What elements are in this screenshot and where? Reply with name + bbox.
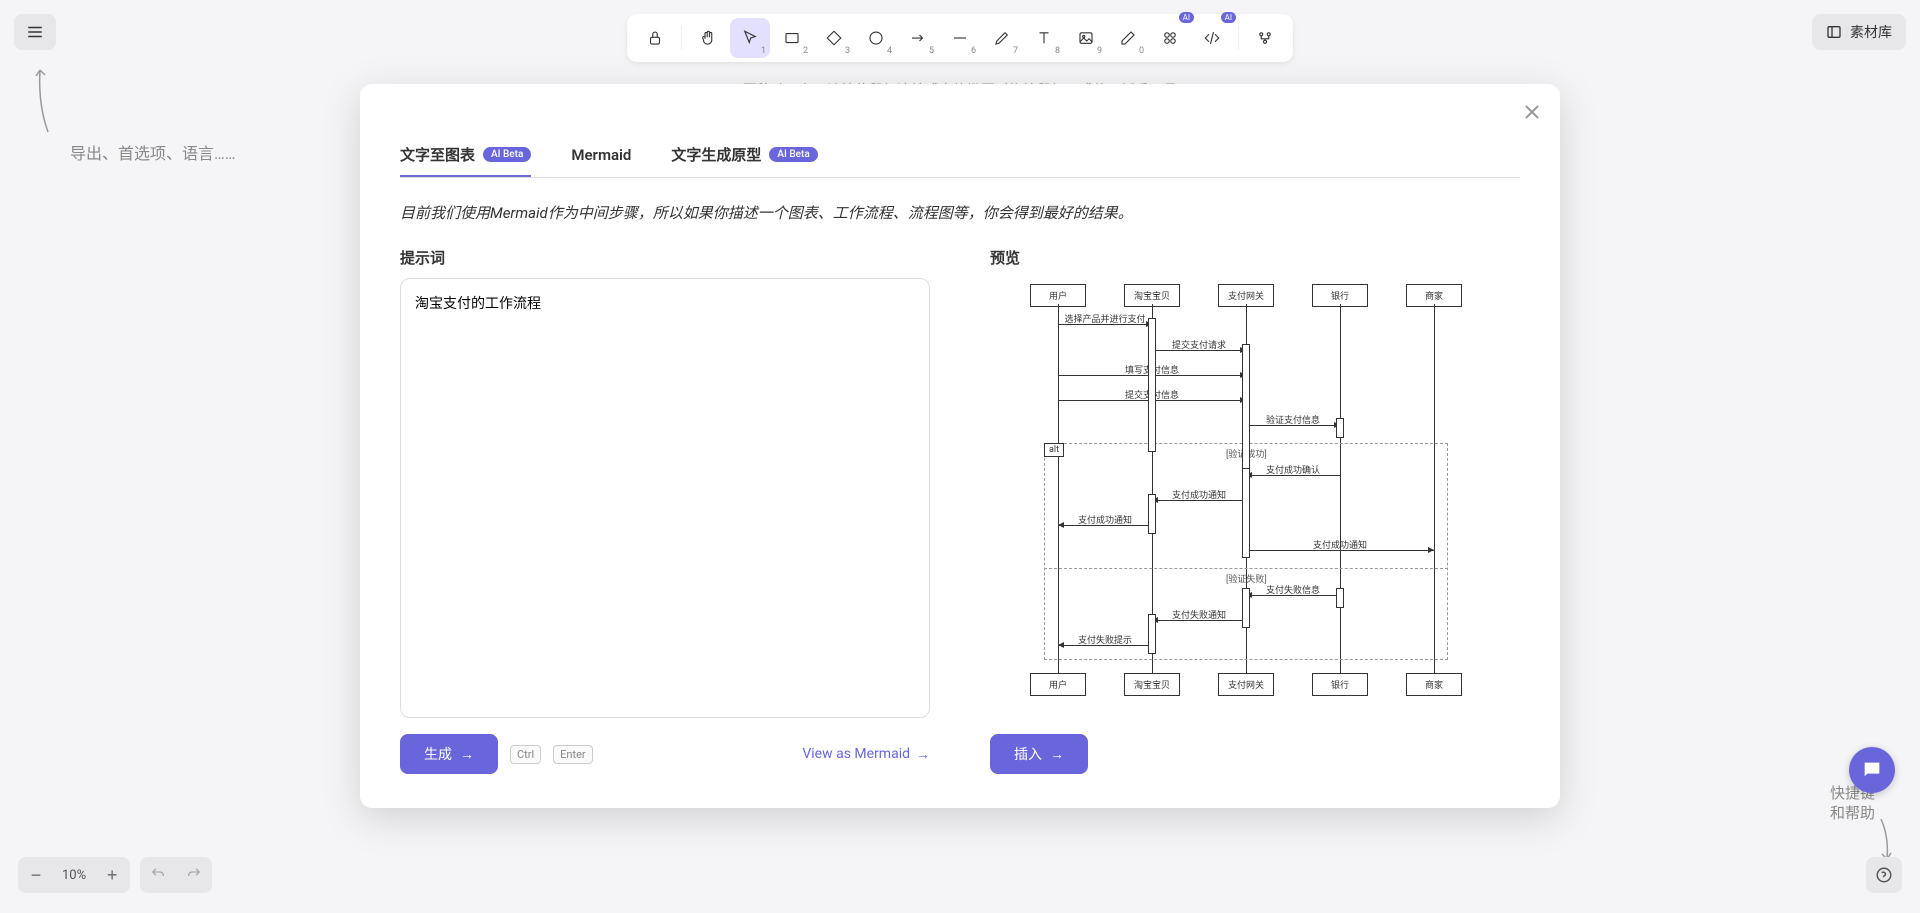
- zoom-box: − 10% +: [18, 857, 130, 893]
- participant-box: 淘宝宝贝: [1124, 673, 1180, 696]
- undo-button[interactable]: [140, 857, 176, 893]
- activation-bar: [1148, 614, 1156, 654]
- zoom-out-button[interactable]: −: [18, 857, 54, 893]
- preview-column: 预览 用户用户淘宝宝贝淘宝宝贝支付网关支付网关银行银行商家商家选择产品并进行支付…: [990, 247, 1520, 774]
- activation-bar: [1242, 344, 1250, 478]
- tool-lock[interactable]: [635, 18, 675, 58]
- activation-bar: [1336, 418, 1344, 438]
- tool-hand[interactable]: [688, 18, 728, 58]
- help-button[interactable]: [1866, 857, 1902, 893]
- alt-condition: [验证失败]: [1226, 572, 1267, 585]
- zoom-level[interactable]: 10%: [54, 868, 94, 883]
- activation-bar: [1148, 494, 1156, 534]
- prompt-label: 提示词: [400, 247, 930, 268]
- toolbar: 1 2 3 4 5 6 7 8 9 0 AI AI: [627, 14, 1293, 62]
- zoom-in-button[interactable]: +: [94, 857, 130, 893]
- undo-redo-box: [140, 857, 212, 893]
- prompt-column: 提示词 生成→ Ctrl Enter View as Mermaid→: [400, 247, 930, 774]
- library-button[interactable]: 素材库: [1812, 14, 1906, 50]
- view-as-mermaid-link[interactable]: View as Mermaid→: [802, 746, 930, 763]
- alt-label: alt: [1044, 443, 1064, 457]
- modal-description: 目前我们使用Mermaid作为中间步骤，所以如果你描述一个图表、工作流程、流程图…: [400, 202, 1520, 223]
- export-arrow-icon: [32, 64, 56, 134]
- kbd-ctrl: Ctrl: [510, 745, 541, 764]
- export-hint: 导出、首选项、语言……: [70, 140, 235, 164]
- activation-bar: [1242, 588, 1250, 628]
- tool-ellipse[interactable]: 4: [856, 18, 896, 58]
- tab-text-to-prototype[interactable]: 文字生成原型AI Beta: [671, 134, 817, 177]
- prompt-input[interactable]: [400, 278, 930, 718]
- activation-bar: [1242, 468, 1250, 558]
- tool-more[interactable]: [1245, 18, 1285, 58]
- tool-arrow[interactable]: 5: [898, 18, 938, 58]
- tool-diamond[interactable]: 3: [814, 18, 854, 58]
- participant-box: 支付网关: [1218, 673, 1274, 696]
- menu-button[interactable]: [14, 14, 56, 50]
- tool-eraser[interactable]: 0: [1108, 18, 1148, 58]
- participant-box: 用户: [1030, 673, 1086, 696]
- tool-image[interactable]: 9: [1066, 18, 1106, 58]
- generate-button[interactable]: 生成→: [400, 734, 498, 774]
- activation-bar: [1336, 588, 1344, 608]
- modal-tabs: 文字至图表AI Beta Mermaid 文字生成原型AI Beta: [400, 134, 1520, 178]
- divider: [1238, 26, 1239, 50]
- tab-text-to-diagram[interactable]: 文字至图表AI Beta: [400, 134, 531, 177]
- diagram-preview: 用户用户淘宝宝贝淘宝宝贝支付网关支付网关银行银行商家商家选择产品并进行支付提交支…: [990, 278, 1520, 718]
- activation-bar: [1148, 318, 1156, 452]
- zoom-controls: − 10% +: [18, 857, 212, 893]
- tool-magic[interactable]: AI: [1150, 18, 1190, 58]
- message-label: 验证支付信息: [1246, 413, 1340, 426]
- message-label: 选择产品并进行支付: [1058, 312, 1152, 325]
- alt-divider: [1044, 568, 1448, 569]
- tool-line[interactable]: 6: [940, 18, 980, 58]
- tool-rectangle[interactable]: 2: [772, 18, 812, 58]
- message-label: 提交支付请求: [1152, 338, 1246, 351]
- tool-text[interactable]: 8: [1024, 18, 1064, 58]
- tool-draw[interactable]: 7: [982, 18, 1022, 58]
- toolbar-wrapper: 1 2 3 4 5 6 7 8 9 0 AI AI: [0, 14, 1920, 62]
- participant-box: 商家: [1406, 673, 1462, 696]
- tool-select[interactable]: 1: [730, 18, 770, 58]
- redo-button[interactable]: [176, 857, 212, 893]
- close-icon[interactable]: [1520, 100, 1544, 124]
- library-label: 素材库: [1850, 22, 1892, 42]
- ai-diagram-modal: 文字至图表AI Beta Mermaid 文字生成原型AI Beta 目前我们使…: [360, 84, 1560, 808]
- kbd-enter: Enter: [553, 745, 593, 764]
- tab-mermaid[interactable]: Mermaid: [571, 134, 631, 177]
- divider: [681, 26, 682, 50]
- insert-button[interactable]: 插入→: [990, 734, 1088, 774]
- preview-label: 预览: [990, 247, 1520, 268]
- chat-button[interactable]: [1849, 747, 1895, 793]
- participant-box: 银行: [1312, 673, 1368, 696]
- tool-code[interactable]: AI: [1192, 18, 1232, 58]
